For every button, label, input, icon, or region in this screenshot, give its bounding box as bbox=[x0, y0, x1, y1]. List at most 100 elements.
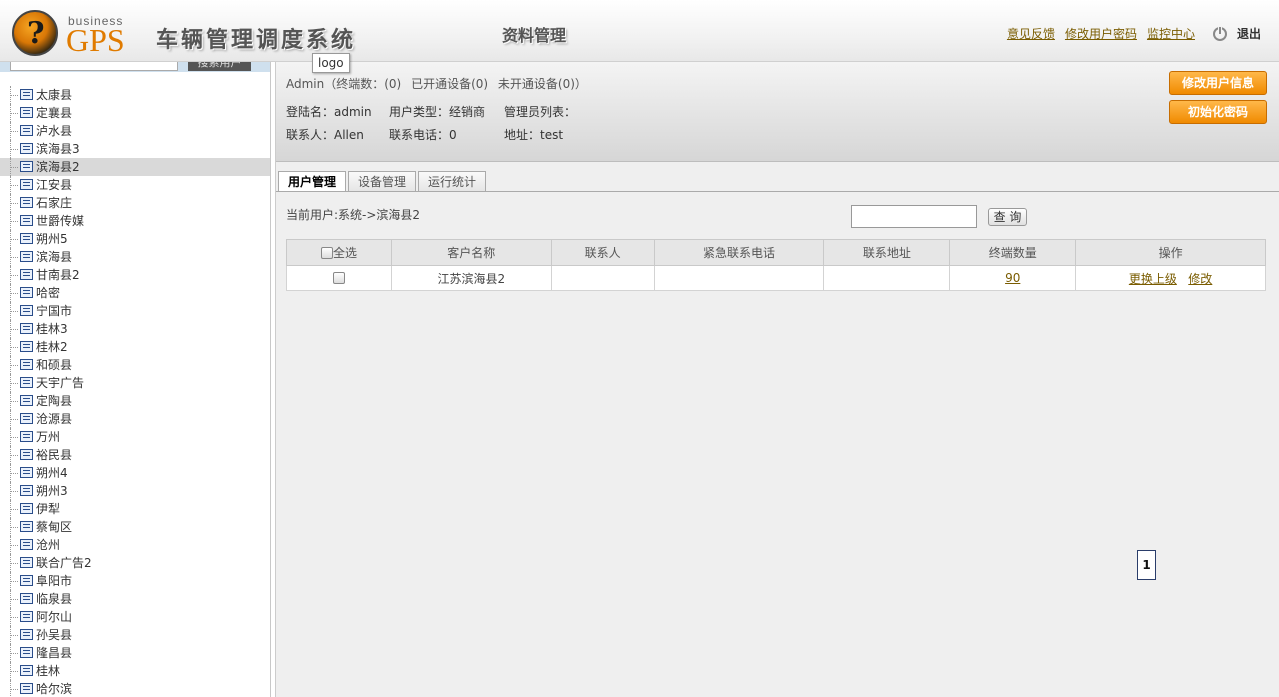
tree-item[interactable]: 滨海县2 bbox=[0, 158, 270, 176]
tree-item[interactable]: 朔州5 bbox=[0, 230, 270, 248]
tab-device-management[interactable]: 设备管理 bbox=[348, 171, 417, 192]
terminal-count-link[interactable]: 90 bbox=[1005, 271, 1020, 285]
tree-item-label: 江安县 bbox=[36, 178, 73, 192]
tree-item[interactable]: 沧源县 bbox=[0, 410, 270, 428]
tree-item-label: 阜阳市 bbox=[36, 574, 73, 588]
tree-item-label: 太康县 bbox=[36, 88, 73, 102]
tree-item-label: 朔州3 bbox=[36, 484, 68, 498]
tab-run-statistics[interactable]: 运行统计 bbox=[418, 171, 487, 192]
sidebar-search-input[interactable] bbox=[10, 62, 178, 71]
tree-item[interactable]: 隆昌县 bbox=[0, 644, 270, 662]
reset-password-button[interactable]: 初始化密码 bbox=[1169, 100, 1267, 124]
contact-person: 联系人：Allen bbox=[286, 128, 364, 142]
tree-item-label: 滨海县3 bbox=[36, 142, 80, 156]
tree-item[interactable]: 定襄县 bbox=[0, 104, 270, 122]
tree-item[interactable]: 甘南县2 bbox=[0, 266, 270, 284]
tree-item-label: 甘南县2 bbox=[36, 268, 80, 282]
tree-item[interactable]: 滨海县3 bbox=[0, 140, 270, 158]
feedback-link[interactable]: 意见反馈 bbox=[1007, 25, 1055, 42]
change-password-link[interactable]: 修改用户密码 bbox=[1065, 25, 1137, 42]
tab-user-management[interactable]: 用户管理 bbox=[278, 171, 347, 192]
sidebar-search-button[interactable]: 搜索用户 bbox=[188, 62, 251, 71]
row-checkbox[interactable] bbox=[332, 272, 345, 284]
tree-item-label: 孙吴县 bbox=[36, 628, 73, 642]
tree-item[interactable]: 伊犁 bbox=[0, 500, 270, 518]
tree-item-label: 定陶县 bbox=[36, 394, 73, 408]
tree-item-label: 泸水县 bbox=[36, 124, 73, 138]
tree-item[interactable]: 石家庄 bbox=[0, 194, 270, 212]
header-operations: 操作 bbox=[1075, 239, 1266, 266]
tree-item[interactable]: 朔州4 bbox=[0, 464, 270, 482]
edit-link[interactable]: 修改 bbox=[1188, 272, 1212, 286]
logo-tooltip: logo bbox=[312, 53, 350, 73]
tree-item[interactable]: 江安县 bbox=[0, 176, 270, 194]
tree-item[interactable]: 孙吴县 bbox=[0, 626, 270, 644]
tree-node-icon bbox=[20, 251, 33, 262]
cell-customer-name: 江苏滨海县2 bbox=[390, 265, 552, 291]
tree-item-label: 定襄县 bbox=[36, 106, 73, 120]
cell-operations: 更换上级 修改 bbox=[1075, 265, 1266, 291]
customer-search-input[interactable] bbox=[851, 205, 977, 228]
tree-item[interactable]: 桂林 bbox=[0, 662, 270, 680]
change-parent-link[interactable]: 更换上级 bbox=[1129, 272, 1177, 286]
tree-node-icon bbox=[20, 269, 33, 280]
tree-node-icon bbox=[20, 611, 33, 622]
tree-item[interactable]: 桂林2 bbox=[0, 338, 270, 356]
tree-item[interactable]: 和硕县 bbox=[0, 356, 270, 374]
tree-item-label: 隆昌县 bbox=[36, 646, 73, 660]
tree-item[interactable]: 哈尔滨 bbox=[0, 680, 270, 697]
tree-item[interactable]: 沧州 bbox=[0, 536, 270, 554]
tree-node-icon bbox=[20, 413, 33, 424]
tree-node-icon bbox=[20, 143, 33, 154]
tree-item[interactable]: 哈密 bbox=[0, 284, 270, 302]
gps-logo-icon[interactable]: ? bbox=[12, 10, 58, 56]
logout-button[interactable]: 退出 bbox=[1237, 25, 1261, 42]
tree-item[interactable]: 天宇广告 bbox=[0, 374, 270, 392]
tree-item-label: 天宇广告 bbox=[36, 376, 85, 390]
row-select-cell bbox=[286, 265, 392, 291]
tree-node-icon bbox=[20, 467, 33, 478]
power-icon[interactable] bbox=[1212, 25, 1227, 41]
contact-phone: 联系电话：0 bbox=[389, 128, 457, 142]
tree-item[interactable]: 万州 bbox=[0, 428, 270, 446]
tree-item[interactable]: 太康县 bbox=[0, 86, 270, 104]
tree-item[interactable]: 泸水县 bbox=[0, 122, 270, 140]
tree-node-icon bbox=[20, 107, 33, 118]
tree-item-label: 沧源县 bbox=[36, 412, 73, 426]
tree-item-label: 宁国市 bbox=[36, 304, 73, 318]
tree-item-label: 滨海县2 bbox=[36, 160, 80, 174]
tree-item-label: 桂林 bbox=[36, 664, 61, 678]
tree-item[interactable]: 裕民县 bbox=[0, 446, 270, 464]
tree-item[interactable]: 临泉县 bbox=[0, 590, 270, 608]
tree-item[interactable]: 世爵传媒 bbox=[0, 212, 270, 230]
tree-node-icon bbox=[20, 305, 33, 316]
tree-node-icon bbox=[20, 197, 33, 208]
tree-item[interactable]: 朔州3 bbox=[0, 482, 270, 500]
admin-list: 管理员列表： bbox=[504, 105, 577, 119]
tree-item[interactable]: 联合广告2 bbox=[0, 554, 270, 572]
page-number-button[interactable]: 1 bbox=[1137, 550, 1156, 580]
tree-item[interactable]: 宁国市 bbox=[0, 302, 270, 320]
monitor-center-link[interactable]: 监控中心 bbox=[1147, 25, 1195, 42]
system-title: 车辆管理调度系统 bbox=[156, 28, 357, 53]
tree-item[interactable]: 桂林3 bbox=[0, 320, 270, 338]
tree-node-icon bbox=[20, 233, 33, 244]
module-title: 资料管理 bbox=[502, 26, 567, 45]
select-all-checkbox[interactable] bbox=[320, 247, 333, 259]
tree-item-label: 阿尔山 bbox=[36, 610, 73, 624]
header: ? business GPS 车辆管理调度系统 资料管理 意见反馈 修改用户密码… bbox=[0, 0, 1279, 62]
tree-item[interactable]: 阜阳市 bbox=[0, 572, 270, 590]
tree-item[interactable]: 蔡甸区 bbox=[0, 518, 270, 536]
tree-node-icon bbox=[20, 287, 33, 298]
tab-divider bbox=[276, 191, 1279, 192]
tree-item[interactable]: 阿尔山 bbox=[0, 608, 270, 626]
tree-item[interactable]: 定陶县 bbox=[0, 392, 270, 410]
tree-node-icon bbox=[20, 503, 33, 514]
header-terminal-count: 终端数量 bbox=[949, 239, 1077, 266]
tree-item-label: 朔州4 bbox=[36, 466, 68, 480]
logo-gps-text: GPS bbox=[66, 22, 125, 58]
edit-user-info-button[interactable]: 修改用户信息 bbox=[1169, 71, 1267, 95]
header-select-all[interactable]: 全选 bbox=[286, 239, 392, 266]
query-button[interactable]: 查 询 bbox=[988, 208, 1027, 226]
tree-item[interactable]: 滨海县 bbox=[0, 248, 270, 266]
